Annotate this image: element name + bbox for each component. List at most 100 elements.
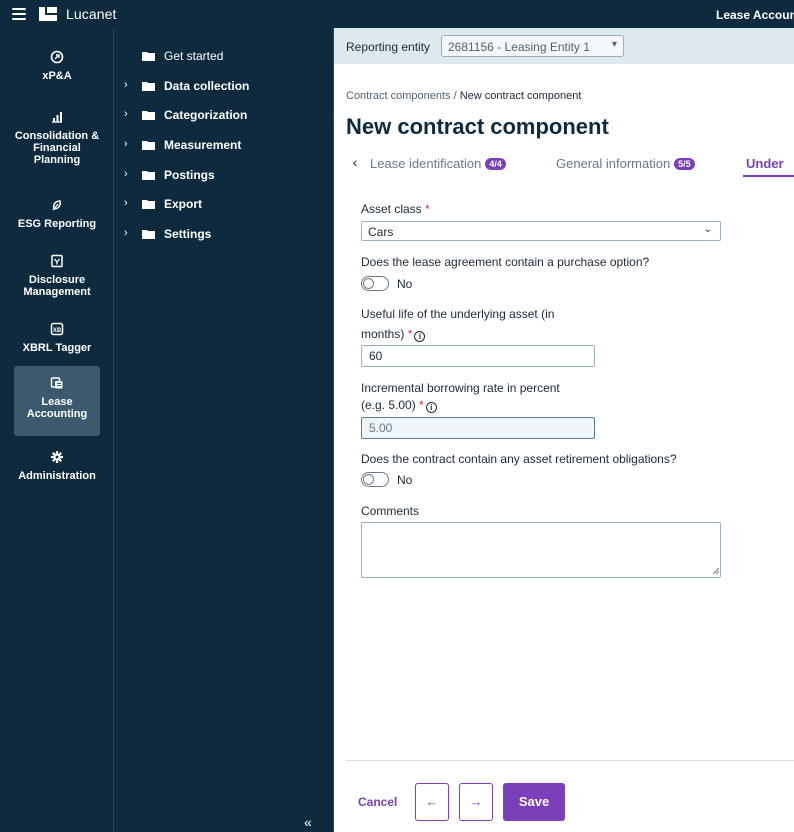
rail-label: XBRL Tagger — [22, 342, 92, 354]
app-title: Lease Accoun — [716, 8, 794, 22]
rail-item-disclosure[interactable]: Disclosure Management — [14, 254, 100, 298]
rail-item-esg[interactable]: ESG Reporting — [14, 198, 100, 230]
brand-name: Lucanet — [66, 6, 117, 22]
breadcrumb-parent[interactable]: Contract components — [346, 90, 451, 102]
purchase-option-label: Does the lease agreement contain a purch… — [361, 255, 650, 269]
tree-item-measurement[interactable]: › Measurement — [114, 135, 333, 155]
next-step-button[interactable]: → — [459, 783, 493, 821]
borrowing-rate-input[interactable] — [361, 417, 595, 439]
hamburger-menu-icon[interactable] — [12, 8, 26, 20]
asset-class-label: Asset class * — [361, 202, 430, 216]
main-content: Reporting entity 2681156 - Leasing Entit… — [334, 28, 794, 832]
leaf-icon — [52, 200, 61, 211]
chart-icon — [52, 112, 62, 123]
comments-textarea[interactable] — [361, 522, 721, 578]
active-tab-indicator — [743, 175, 794, 177]
asset-class-select[interactable]: Cars ⌄ — [361, 221, 721, 241]
top-bar: Lucanet Lease Accoun — [0, 0, 794, 28]
reporting-entity-select[interactable]: 2681156 - Leasing Entity 1 ▾ — [441, 35, 624, 57]
info-icon[interactable]: i — [425, 402, 437, 413]
required-mark: * — [407, 327, 413, 341]
required-mark: * — [425, 202, 430, 216]
label-text: months) — [361, 327, 405, 341]
lease-icon — [50, 377, 63, 389]
useful-life-input[interactable] — [361, 345, 595, 367]
tab-general-information[interactable]: General information 5/5 — [556, 156, 695, 171]
tree-item-label: Settings — [164, 227, 212, 241]
purchase-option-state: No — [397, 277, 413, 291]
tree-item-categorization[interactable]: › Categorization — [114, 105, 333, 125]
save-button[interactable]: Save — [503, 783, 565, 821]
navigation-tree: Get started › Data collection › Categori… — [114, 28, 334, 832]
rail-label: Disclosure Management — [23, 274, 91, 298]
entity-label: Reporting entity — [346, 40, 431, 54]
folder-icon — [142, 82, 155, 91]
tab-lease-identification[interactable]: Lease identification 4/4 — [370, 156, 506, 171]
retirement-obligations-label: Does the contract contain any asset reti… — [361, 452, 677, 466]
required-mark: * — [419, 398, 424, 412]
purchase-option-toggle[interactable] — [361, 276, 389, 291]
chevron-right-icon[interactable]: › — [124, 108, 128, 120]
rail-label: Lease Accounting — [26, 396, 88, 420]
rail-item-xpa[interactable]: xP&A — [14, 50, 100, 82]
folder-icon — [142, 111, 155, 120]
chevron-right-icon[interactable]: › — [124, 168, 128, 180]
breadcrumb-current: New contract component — [459, 90, 582, 102]
tab-label: General information — [556, 156, 671, 171]
breadcrumb: Contract components / New contract compo… — [346, 90, 581, 102]
tree-item-get-started[interactable]: Get started — [114, 46, 333, 66]
tab-underlying-asset[interactable]: Under — [746, 156, 784, 171]
chevron-down-icon: ⌄ — [703, 224, 712, 235]
tree-item-label: Export — [164, 197, 203, 211]
cancel-button[interactable]: Cancel — [358, 795, 397, 809]
entity-bar: Reporting entity 2681156 - Leasing Entit… — [334, 28, 794, 64]
tree-item-label: Get started — [164, 49, 224, 63]
tree-item-settings[interactable]: › Settings — [114, 224, 333, 244]
tab-label: Lease identification — [370, 156, 482, 171]
chevron-right-icon[interactable]: › — [124, 197, 128, 209]
toggle-knob — [363, 474, 374, 485]
xbrl-icon: XB — [50, 322, 64, 336]
page-title: New contract component — [346, 114, 609, 139]
collapse-panel-icon[interactable]: « — [304, 814, 312, 830]
breadcrumb-separator: / — [450, 90, 460, 102]
lucanet-logo-icon — [39, 7, 57, 21]
tree-item-label: Categorization — [164, 108, 248, 122]
tree-item-label: Measurement — [164, 138, 242, 152]
toggle-knob — [363, 278, 374, 289]
footer-divider — [346, 760, 794, 761]
chevron-right-icon[interactable]: › — [124, 138, 128, 150]
folder-icon — [142, 52, 155, 61]
folder-icon — [142, 230, 155, 239]
rail-item-xbrl[interactable]: XB XBRL Tagger — [14, 322, 100, 354]
tree-item-label: Postings — [164, 168, 215, 182]
previous-step-button[interactable]: ← — [415, 783, 449, 821]
tab-scroll-left-icon[interactable]: ‹ — [346, 154, 364, 174]
entity-value: 2681156 - Leasing Entity 1 — [448, 40, 590, 54]
tab-badge: 5/5 — [674, 158, 695, 170]
rail-item-lease-accounting[interactable]: Lease Accounting — [14, 366, 100, 436]
chevron-right-icon[interactable]: › — [124, 227, 128, 239]
chevron-right-icon[interactable]: › — [124, 79, 128, 91]
xpa-icon — [50, 50, 64, 64]
tree-item-data-collection[interactable]: › Data collection — [114, 76, 333, 96]
folder-icon — [142, 171, 155, 180]
rail-item-consolidation[interactable]: Consolidation & Financial Planning — [14, 110, 100, 166]
retirement-obligations-state: No — [397, 473, 413, 487]
rail-label: ESG Reporting — [17, 218, 97, 230]
label-text: (e.g. 5.00) — [361, 398, 416, 412]
tree-item-postings[interactable]: › Postings — [114, 165, 333, 185]
tab-badge: 4/4 — [485, 158, 506, 170]
document-icon — [51, 254, 63, 268]
gear-icon — [51, 451, 63, 463]
retirement-obligations-toggle[interactable] — [361, 472, 389, 487]
borrowing-rate-label-2: (e.g. 5.00) * i — [361, 398, 437, 413]
info-icon[interactable]: i — [414, 331, 426, 342]
tree-item-export[interactable]: › Export — [114, 194, 333, 214]
rail-label: Administration — [18, 470, 96, 482]
chevron-down-icon: ▾ — [611, 39, 617, 50]
tree-item-label: Data collection — [164, 79, 250, 93]
rail-item-administration[interactable]: Administration — [14, 450, 100, 482]
useful-life-label: Useful life of the underlying asset (in — [361, 307, 555, 321]
resize-grip-icon[interactable] — [713, 568, 719, 574]
